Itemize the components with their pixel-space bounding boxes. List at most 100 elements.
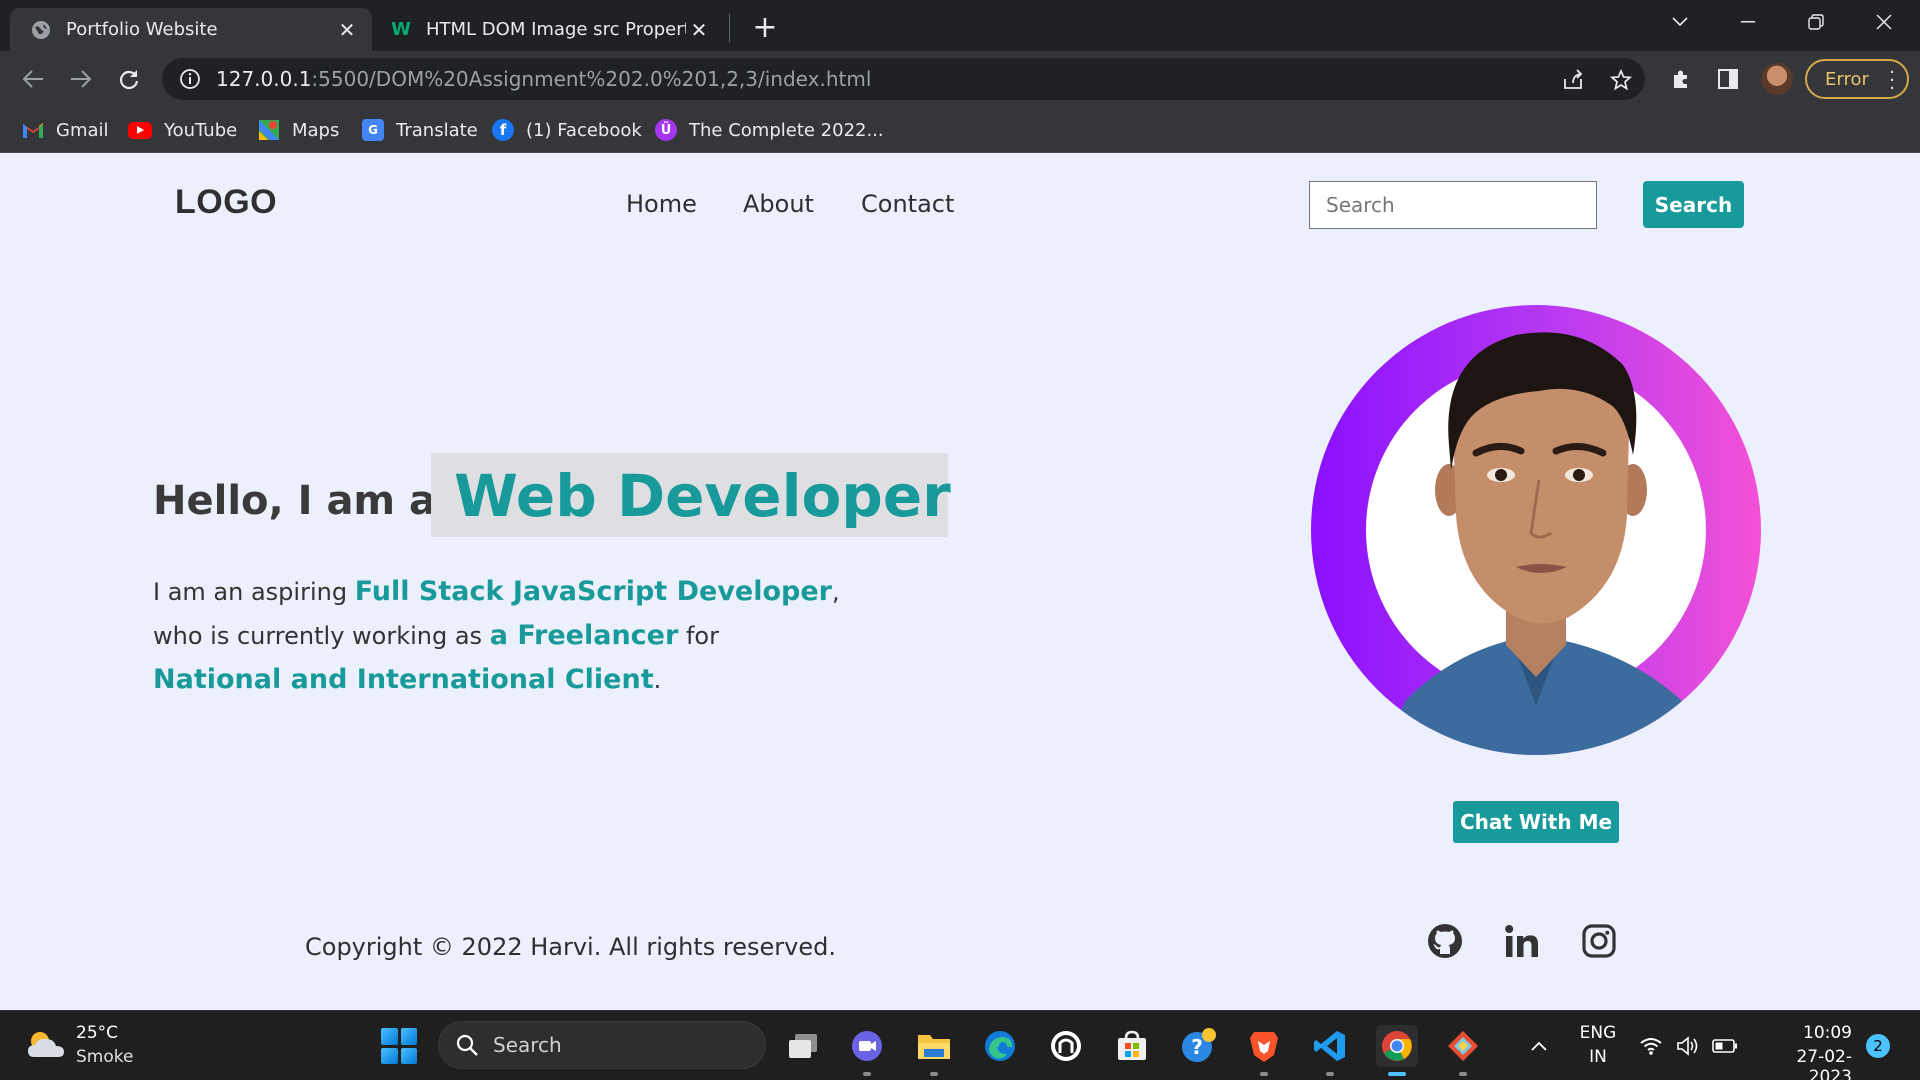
close-tab-icon[interactable]: ✕: [334, 17, 360, 43]
url-host: 127.0.0.1: [216, 67, 312, 91]
menu-kebab-icon[interactable]: · · ·: [1889, 64, 1895, 98]
side-panel-icon[interactable]: [1711, 62, 1745, 96]
address-bar[interactable]: 127.0.0.1:5500/DOM%20Assignment%202.0%20…: [162, 58, 1645, 100]
clock-time[interactable]: 10:09: [1756, 1023, 1852, 1043]
youtube-icon: [128, 121, 152, 139]
close-window-icon[interactable]: [1856, 0, 1912, 44]
bookmark-youtube[interactable]: YouTube: [128, 117, 237, 143]
wifi-icon[interactable]: [1630, 1025, 1672, 1067]
intro-text: for: [678, 622, 719, 650]
microsoft-store-icon[interactable]: [1111, 1025, 1153, 1067]
instagram-icon[interactable]: [1579, 921, 1619, 961]
bookmark-star-icon[interactable]: [1608, 67, 1634, 93]
edge-browser-icon[interactable]: [979, 1025, 1021, 1067]
bookmark-label: (1) Facebook: [526, 119, 642, 141]
profile-error-button[interactable]: Error · · ·: [1805, 59, 1909, 99]
facebook-icon: f: [492, 119, 514, 141]
udemy-icon: Ü: [655, 119, 677, 141]
language-region[interactable]: IN: [1574, 1047, 1622, 1067]
chrome-browser-icon[interactable]: [1376, 1025, 1418, 1076]
bookmark-label: YouTube: [164, 119, 238, 141]
minimize-icon[interactable]: [1720, 0, 1776, 44]
bookmark-label: The Complete 2022...: [689, 119, 884, 141]
tab-html-dom-image[interactable]: W HTML DOM Image src Property ✕: [374, 8, 724, 51]
brave-browser-icon[interactable]: [1243, 1025, 1285, 1076]
git-gui-icon[interactable]: [1442, 1025, 1484, 1076]
chat-with-me-button[interactable]: Chat With Me: [1453, 801, 1619, 843]
maps-icon: [258, 119, 280, 141]
site-search-button[interactable]: Search: [1643, 181, 1744, 228]
back-arrow-icon[interactable]: [16, 62, 50, 96]
clock-date[interactable]: 27-02-2023: [1756, 1047, 1852, 1080]
share-icon[interactable]: [1560, 67, 1586, 93]
bookmark-maps[interactable]: Maps: [258, 117, 339, 143]
bookmark-facebook[interactable]: f (1) Facebook: [492, 117, 642, 143]
url-text: 127.0.0.1:5500/DOM%20Assignment%202.0%20…: [216, 67, 871, 91]
hero-role: Web Developer: [454, 462, 951, 530]
restore-icon[interactable]: [1788, 0, 1844, 44]
portfolio-page: LOGO Home About Contact Search Hello, I …: [0, 153, 1920, 1010]
nav-contact-link[interactable]: Contact: [861, 190, 954, 218]
browser-tab-strip: Portfolio Website ✕ W HTML DOM Image src…: [0, 0, 1920, 51]
search-icon: [455, 1033, 479, 1057]
site-search-input[interactable]: [1309, 181, 1597, 229]
linkedin-icon[interactable]: [1502, 921, 1542, 961]
svg-text:?: ?: [1191, 1035, 1203, 1059]
hero-intro: I am an aspiring Full Stack JavaScript D…: [153, 570, 913, 702]
github-icon[interactable]: [1425, 921, 1465, 961]
language-code[interactable]: ENG: [1574, 1023, 1622, 1043]
reload-icon[interactable]: [112, 62, 146, 96]
forward-arrow-icon[interactable]: [64, 62, 98, 96]
tab-title: Portfolio Website: [66, 19, 218, 40]
tab-portfolio-website[interactable]: Portfolio Website ✕: [10, 8, 372, 51]
new-tab-button[interactable]: +: [748, 10, 782, 45]
bookmark-translate[interactable]: G Translate: [362, 117, 478, 143]
tab-separator: [729, 14, 730, 42]
profile-avatar[interactable]: [1761, 63, 1793, 95]
bookmark-label: Maps: [292, 119, 340, 141]
file-explorer-icon[interactable]: [913, 1025, 955, 1076]
running-indicator: [1459, 1072, 1467, 1076]
nav-home-link[interactable]: Home: [626, 190, 697, 218]
intro-text: I am an aspiring: [153, 578, 355, 606]
url-path: :5500/DOM%20Assignment%202.0%201,2,3/ind…: [311, 67, 872, 91]
intro-highlight: Full Stack JavaScript Developer: [354, 576, 833, 607]
running-indicator: [1260, 1072, 1268, 1076]
bookmark-gmail[interactable]: Gmail: [22, 117, 109, 143]
browser-toolbar: 127.0.0.1:5500/DOM%20Assignment%202.0%20…: [0, 51, 1920, 107]
volume-icon[interactable]: [1667, 1025, 1709, 1067]
globe-icon: [30, 19, 52, 41]
intro-highlight: National and International Client: [153, 664, 654, 695]
windows-taskbar: 25°C Smoke Search ? ENG IN 10:09 27-02-2…: [0, 1010, 1920, 1080]
battery-icon[interactable]: [1704, 1025, 1746, 1067]
get-help-icon[interactable]: ?: [1177, 1025, 1219, 1067]
github-desktop-icon[interactable]: [1045, 1025, 1087, 1067]
error-label: Error: [1825, 68, 1869, 90]
w3schools-icon: W: [391, 19, 411, 40]
intro-text: .: [653, 666, 662, 694]
running-indicator: [930, 1072, 938, 1076]
vscode-icon[interactable]: [1309, 1025, 1351, 1076]
intro-text: who is currently working as: [153, 622, 490, 650]
taskbar-search-label: Search: [493, 1033, 562, 1057]
bookmark-udemy-course[interactable]: Ü The Complete 2022...: [655, 117, 884, 143]
bookmark-label: Translate: [396, 119, 478, 141]
site-info-icon[interactable]: [178, 67, 202, 91]
site-logo[interactable]: LOGO: [175, 183, 277, 222]
intro-highlight: a Freelancer: [489, 620, 679, 651]
windows-start-icon[interactable]: [381, 1028, 417, 1064]
teams-chat-icon[interactable]: [846, 1025, 888, 1076]
person-portrait-image: [1381, 332, 1706, 755]
taskbar-search-box[interactable]: Search: [438, 1021, 766, 1069]
hero-greeting: Hello, I am a: [153, 478, 437, 524]
weather-description: Smoke: [76, 1047, 134, 1067]
bookmark-label: Gmail: [56, 119, 109, 141]
extensions-puzzle-icon[interactable]: [1664, 62, 1698, 96]
tab-search-chevron-icon[interactable]: [1652, 0, 1708, 44]
tray-chevron-up-icon[interactable]: [1518, 1025, 1560, 1067]
notification-count-badge[interactable]: 2: [1866, 1034, 1890, 1058]
task-view-icon[interactable]: [782, 1025, 824, 1067]
close-tab-icon[interactable]: ✕: [686, 17, 712, 43]
weather-cloud-sun-icon[interactable]: [26, 1027, 66, 1063]
nav-about-link[interactable]: About: [743, 190, 814, 218]
